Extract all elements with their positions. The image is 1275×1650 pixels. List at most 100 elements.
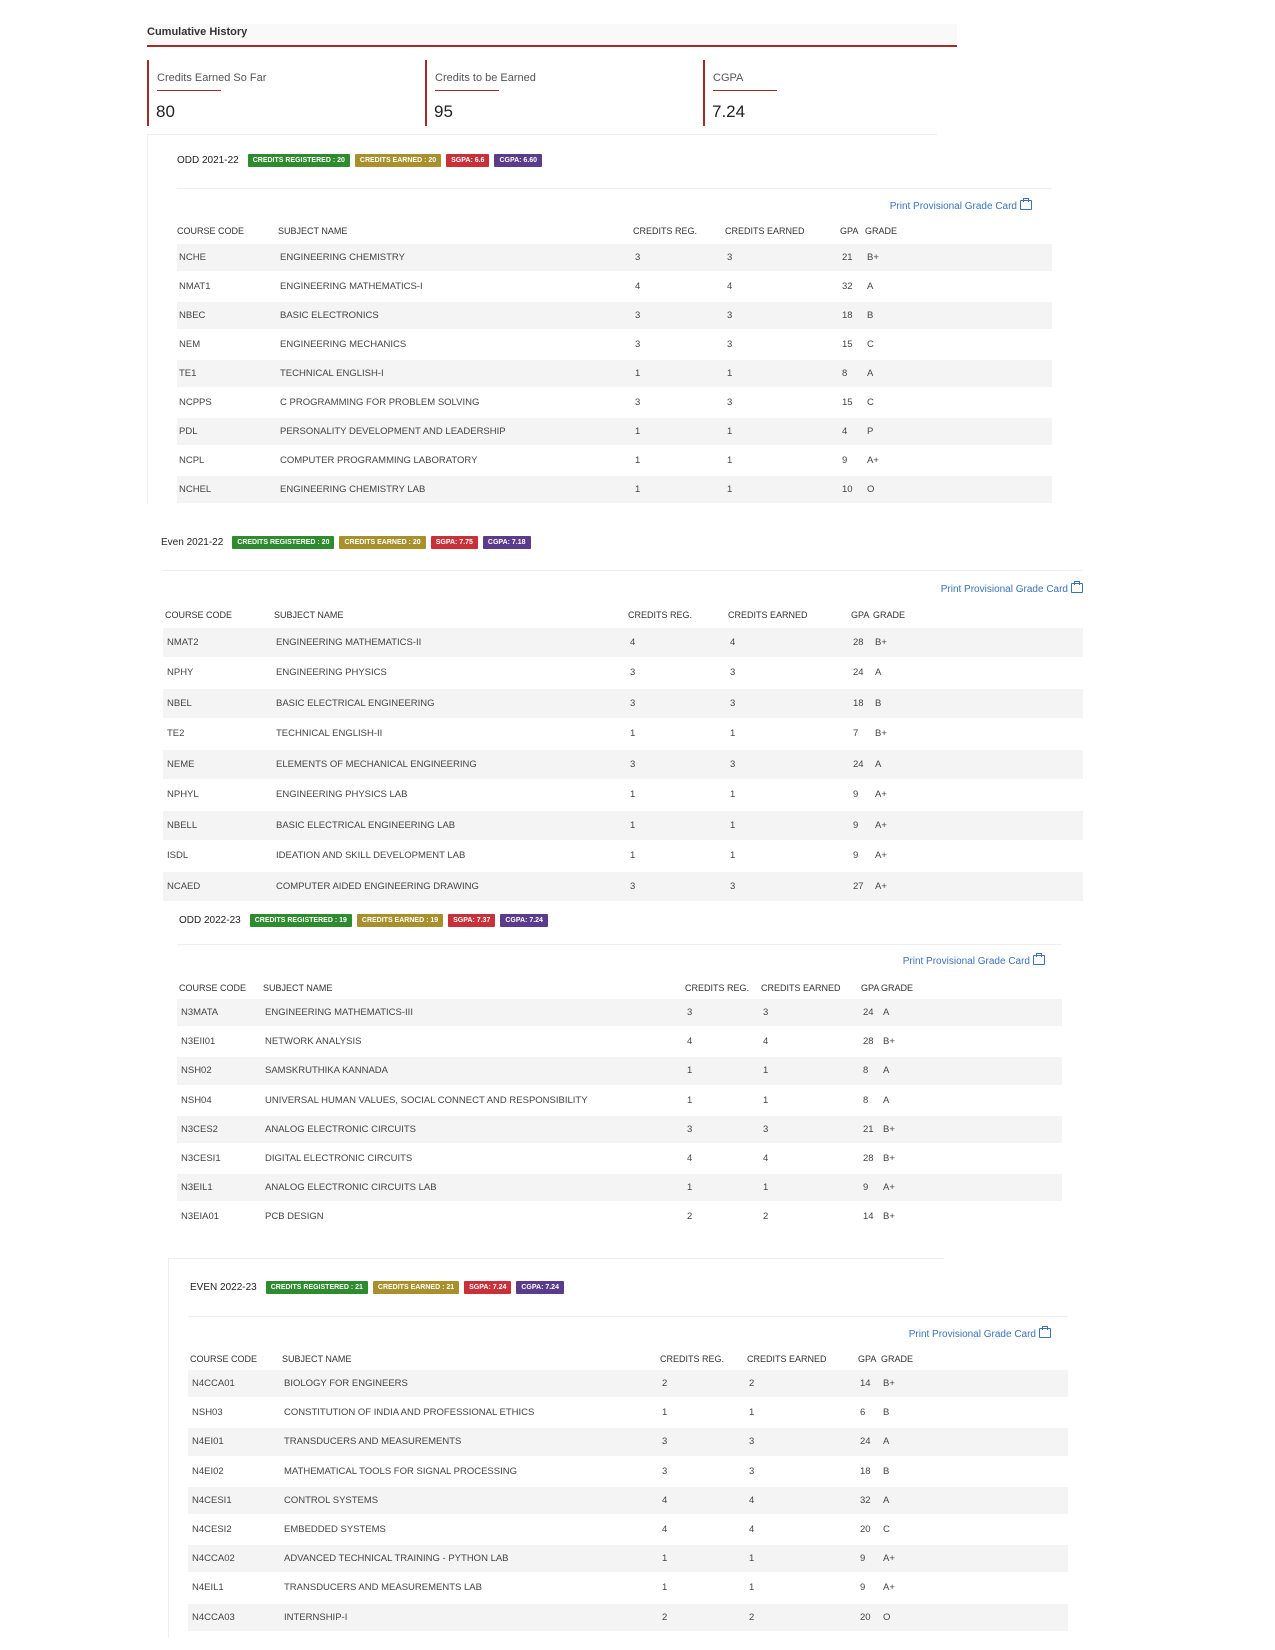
cell-name: ENGINEERING MATHEMATICS-II [276,636,422,648]
column-header-earned: CREDITS EARNED [761,983,841,993]
semester-divider [177,188,1052,189]
cell-grade: A [883,1436,890,1448]
cell-grade: B+ [883,1378,895,1390]
cell-earned: 4 [749,1524,755,1536]
cell-code: NPHYL [167,789,199,801]
cell-gpa: 21 [863,1123,874,1135]
cell-grade: A [883,1065,890,1077]
column-header-name: SUBJECT NAME [263,983,333,993]
cell-gpa: 8 [842,368,848,379]
cell-code: NBEL [167,697,192,709]
table-row: NCPPS C PROGRAMMING FOR PROBLEM SOLVING 3 3… [177,389,1052,416]
page-title: Cumulative History [147,26,248,38]
table-row: NBEL BASIC ELECTRICAL ENGINEERING 3 3 18 B [163,689,1083,718]
cell-name: COMPUTER PROGRAMMING LABORATORY [280,455,478,466]
cell-earned: 1 [749,1553,755,1565]
cell-reg: 1 [687,1182,693,1194]
table-row: NCHE ENGINEERING CHEMISTRY 3 3 21 B+ [177,244,1052,271]
cell-name: ANALOG ELECTRONIC CIRCUITS LAB [265,1182,437,1194]
column-header-code: COURSE CODE [179,983,247,993]
cell-grade: A [867,368,874,379]
semester-frame-left [147,134,148,504]
cell-grade: C [867,339,874,350]
stat-value: 7.24 [712,102,746,121]
cell-name: ENGINEERING MATHEMATICS-I [280,281,423,292]
cell-gpa: 32 [842,281,853,292]
cell-reg: 1 [630,789,636,801]
cell-grade: O [867,484,875,495]
cell-earned: 3 [730,758,736,770]
cell-earned: 4 [727,281,733,292]
cell-gpa: 9 [842,455,848,466]
cell-gpa: 9 [863,1182,869,1194]
print-grade-card-link[interactable]: Print Provisional Grade Card [903,953,1045,967]
stat-value: 80 [156,102,175,121]
cell-gpa: 32 [860,1494,871,1506]
cell-reg: 1 [687,1065,693,1077]
cell-grade: A+ [867,455,879,466]
column-header-earned: CREDITS EARNED [728,610,808,620]
cell-code: NSH03 [192,1407,223,1419]
stat-card-cgpa: CGPA 7.24 [703,60,957,126]
cell-earned: 3 [727,397,733,408]
cell-gpa: 18 [842,310,853,321]
cell-reg: 3 [662,1465,668,1477]
print-grade-card-link[interactable]: Print Provisional Grade Card [941,581,1083,595]
print-grade-card-link[interactable]: Print Provisional Grade Card [889,198,1032,212]
cell-name: DIGITAL ELECTRONIC CIRCUITS [265,1153,413,1165]
semester-divider [177,944,1062,945]
cell-reg: 4 [635,281,641,292]
cell-grade: A+ [875,850,887,862]
stat-label: CGPA [713,72,744,84]
cell-grade: A+ [883,1582,895,1594]
cell-grade: C [867,397,874,408]
cell-name: TRANSDUCERS AND MEASUREMENTS LAB [284,1582,482,1594]
print-link-label: Print Provisional Grade Card [889,201,1017,212]
cell-gpa: 9 [853,789,859,801]
cell-gpa: 9 [853,850,859,862]
cell-gpa: 6 [860,1407,866,1419]
cell-name: PERSONALITY DEVELOPMENT AND LEADERSHIP [280,426,506,437]
cell-code: TE2 [167,728,185,740]
cell-reg: 4 [687,1036,693,1048]
cell-name: INTERNSHIP-I [284,1611,348,1623]
cell-name: CONSTITUTION OF INDIA AND PROFESSIONAL E… [284,1407,535,1419]
stat-underline [713,90,777,91]
cell-grade: B [883,1465,890,1477]
cell-earned: 3 [727,339,733,350]
cell-earned: 3 [727,252,733,263]
semester-header: ODD 2021-22 CREDITS REGISTERED : 20 CREDIT… [177,154,547,167]
cell-code: N4CESI1 [192,1494,232,1506]
cell-earned: 3 [749,1465,755,1477]
cell-gpa: 9 [860,1582,866,1594]
table-row: N3MATA ENGINEERING MATHEMATICS-III 3 3 24 A [177,999,1062,1027]
cell-gpa: 20 [860,1524,871,1536]
credits-registered-badge: CREDITS REGISTERED : 19 [249,914,352,927]
semester-divider [163,570,1083,571]
cell-name: ANALOG ELECTRONIC CIRCUITS [265,1123,416,1135]
cell-reg: 2 [687,1211,693,1223]
cell-gpa: 7 [853,728,859,740]
cell-earned: 1 [727,455,733,466]
cell-gpa: 24 [853,758,864,770]
cell-gpa: 28 [863,1036,874,1048]
cell-earned: 1 [763,1182,769,1194]
table-row: NCHEL ENGINEERING CHEMISTRY LAB 1 1 10 O [177,476,1052,503]
column-header-gpa: GPA [851,610,870,620]
cell-earned: 3 [763,1123,769,1135]
cell-reg: 1 [630,819,636,831]
cell-name: PCB DESIGN [265,1211,324,1223]
print-grade-card-link[interactable]: Print Provisional Grade Card [909,1326,1051,1340]
cell-grade: A [875,758,882,770]
cgpa-badge: CGPA: 7.18 [482,536,531,549]
cell-code: NEME [167,758,195,770]
cell-grade: A+ [883,1553,895,1565]
cell-gpa: 10 [842,484,853,495]
cell-name: TECHNICAL ENGLISH-I [280,368,384,379]
cell-reg: 1 [662,1407,668,1419]
table-row: N4CESI2 EMBEDDED SYSTEMS 4 4 20 C [188,1516,1068,1543]
cell-earned: 1 [730,789,736,801]
column-header-grade: GRADE [881,983,914,993]
cell-code: NBEC [179,310,206,321]
cell-code: N4CCA01 [192,1378,235,1390]
